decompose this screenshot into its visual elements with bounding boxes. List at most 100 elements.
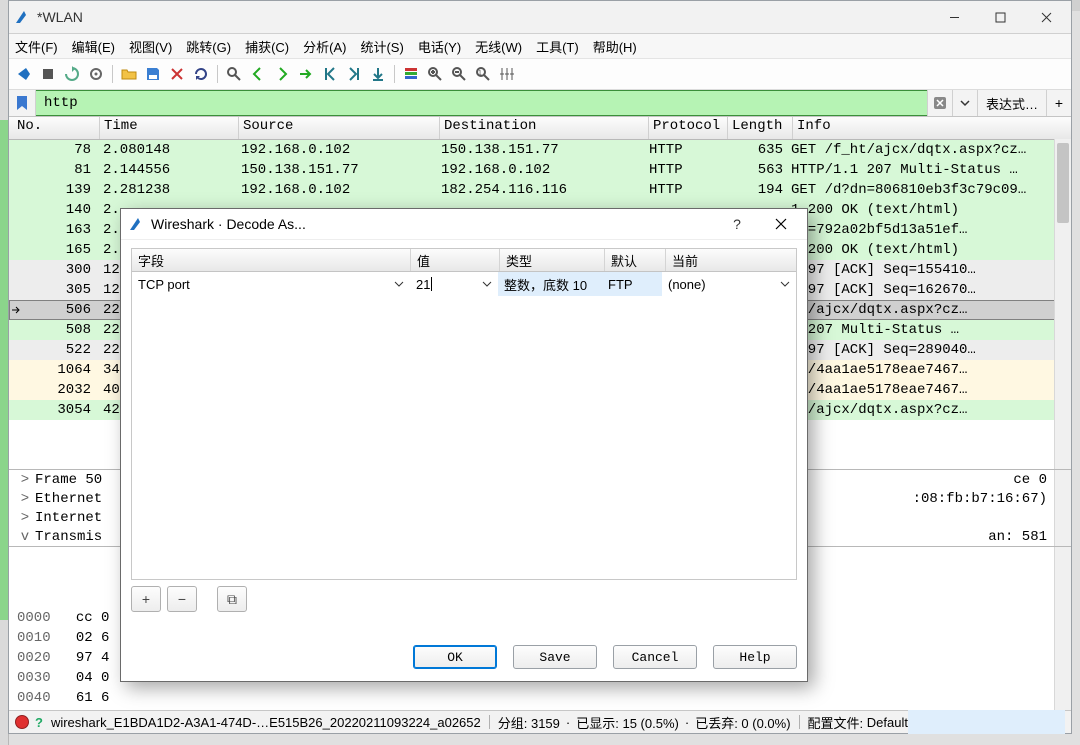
menu-capture[interactable]: 捕获(C) [245,37,289,56]
grid-col-default[interactable]: 默认 [605,249,666,271]
col-proto[interactable]: Protocol [649,117,728,139]
cell-value[interactable]: 21 [410,272,498,296]
close-file-icon[interactable] [166,63,188,85]
col-no[interactable]: No. [9,117,100,139]
table-row[interactable]: 782.080148192.168.0.102150.138.151.77HTT… [9,140,1071,160]
twisty-icon[interactable]: > [19,491,31,507]
grid-col-value[interactable]: 值 [411,249,500,271]
cell-field-text: TCP port [138,277,190,292]
dropdown-icon[interactable] [392,277,406,291]
conversation-marker-icon [11,222,21,238]
col-time[interactable]: Time [100,117,239,139]
col-source[interactable]: Source [239,117,440,139]
zoom-out-icon[interactable] [448,63,470,85]
hex-row[interactable]: 0050 7a 3 [17,708,1071,710]
conversation-marker-icon [11,202,21,218]
twisty-icon[interactable]: v [19,529,31,545]
status-packets: 分组: 3159 [498,713,560,732]
details-scrollbar[interactable] [1054,470,1071,546]
conversation-marker-icon [11,162,21,178]
cell-default: FTP [602,272,662,296]
restart-capture-icon[interactable] [61,63,83,85]
capture-options-icon[interactable] [85,63,107,85]
close-button[interactable] [1023,1,1069,33]
cell-field[interactable]: TCP port [132,272,410,296]
auto-scroll-icon[interactable] [367,63,389,85]
copy-row-button[interactable]: ⧉ [217,586,247,612]
dropdown-icon[interactable] [480,277,494,291]
dialog-help-button[interactable]: ? [715,210,759,238]
display-filter-field[interactable] [36,90,927,116]
grid-col-current[interactable]: 当前 [666,249,796,271]
go-forward-icon[interactable] [271,63,293,85]
toolbar-sep [394,65,395,83]
resize-columns-icon[interactable] [496,63,518,85]
menu-view[interactable]: 视图(V) [129,37,172,56]
stop-capture-icon[interactable] [37,63,59,85]
dialog-app-icon [129,216,145,232]
col-length[interactable]: Length [728,117,793,139]
col-dest[interactable]: Destination [440,117,649,139]
packet-list-scrollbar[interactable] [1054,139,1071,469]
grid-col-type[interactable]: 类型 [500,249,605,271]
menu-tools[interactable]: 工具(T) [536,37,579,56]
filter-clear-icon[interactable] [927,90,952,116]
menu-telephony[interactable]: 电话(Y) [418,37,461,56]
twisty-icon[interactable]: > [19,510,31,526]
decode-as-row[interactable]: TCP port 21 整数，底数 10 FTP (none) [132,272,796,296]
menu-go[interactable]: 跳转(G) [186,37,231,56]
cell-value-text: 21 [416,277,430,292]
maximize-button[interactable] [977,1,1023,33]
reload-file-icon[interactable] [190,63,212,85]
titlebar: *WLAN [9,1,1071,34]
start-capture-icon[interactable] [13,63,35,85]
conversation-marker-icon [11,342,21,358]
menu-wireless[interactable]: 无线(W) [475,37,522,56]
status-file: wireshark_E1BDA1D2-A3A1-474D-…E515B26_20… [51,715,481,730]
zoom-reset-icon[interactable]: 1 [472,63,494,85]
save-file-icon[interactable] [142,63,164,85]
add-filter-button[interactable]: + [1046,90,1071,116]
table-row[interactable]: 1392.281238192.168.0.102182.254.116.116H… [9,180,1071,200]
status-profile-value[interactable]: Default [867,715,908,730]
open-file-icon[interactable] [118,63,140,85]
text-caret [431,277,432,291]
col-info[interactable]: Info [793,117,1071,139]
go-first-icon[interactable] [319,63,341,85]
ok-button[interactable]: OK [413,645,497,669]
remove-row-button[interactable]: − [167,586,197,612]
status-help-icon[interactable]: ? [35,715,43,730]
menu-help[interactable]: 帮助(H) [593,37,637,56]
menu-stats[interactable]: 统计(S) [360,37,403,56]
menu-edit[interactable]: 编辑(E) [72,37,115,56]
find-packet-icon[interactable] [223,63,245,85]
cancel-button[interactable]: Cancel [613,645,697,669]
add-row-button[interactable]: + [131,586,161,612]
go-last-icon[interactable] [343,63,365,85]
save-button[interactable]: Save [513,645,597,669]
hex-row[interactable]: 0040 61 6 [17,688,1071,708]
dialog-title: Wireshark · Decode As... [151,216,715,232]
hex-scrollbar[interactable] [1054,547,1071,710]
go-back-icon[interactable] [247,63,269,85]
expression-button[interactable]: 表达式… [977,90,1046,116]
twisty-icon[interactable]: > [19,472,31,488]
menu-file[interactable]: 文件(F) [15,37,58,56]
cell-current[interactable]: (none) [662,272,796,296]
colorize-icon[interactable] [400,63,422,85]
minimize-button[interactable] [931,1,977,33]
dialog-close-button[interactable] [759,210,803,238]
conversation-marker-icon [11,242,21,258]
display-filter-input[interactable] [42,94,921,112]
go-to-packet-icon[interactable] [295,63,317,85]
packet-list-header[interactable]: No. Time Source Destination Protocol Len… [9,117,1071,140]
help-button[interactable]: Help [713,645,797,669]
filter-history-icon[interactable] [952,90,977,116]
menu-analyze[interactable]: 分析(A) [303,37,346,56]
zoom-in-icon[interactable] [424,63,446,85]
table-row[interactable]: 812.144556150.138.151.77192.168.0.102HTT… [9,160,1071,180]
dropdown-icon[interactable] [778,277,792,291]
filter-bookmark-icon[interactable] [9,90,36,116]
grid-col-field[interactable]: 字段 [132,249,411,271]
expert-led-icon[interactable] [15,715,29,729]
